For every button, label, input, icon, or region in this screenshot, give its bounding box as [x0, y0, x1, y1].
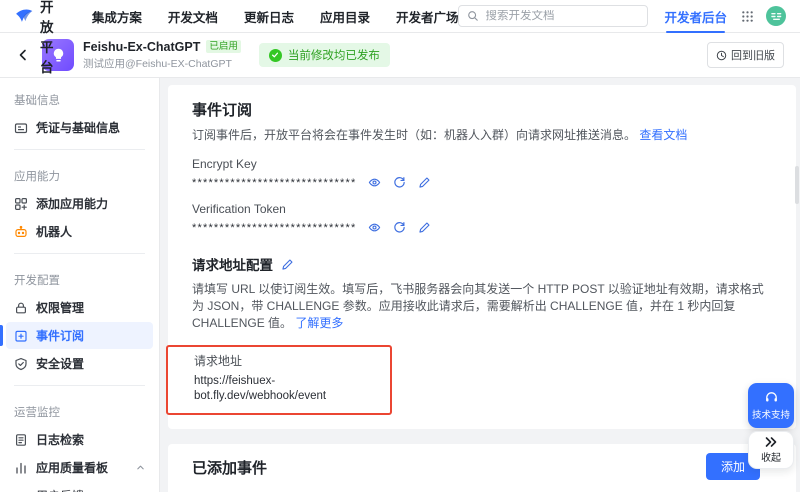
description-text: 订阅事件后，开放平台将会在事件发生时（如：机器人入群）向请求网址推送消息。 [192, 128, 637, 142]
chevron-up-icon[interactable] [136, 463, 145, 472]
sidebar-section-ops-monitor: 运营监控 [14, 407, 60, 419]
scrollbar-thumb[interactable] [795, 166, 799, 204]
top-navbar: 飞书开放平台 集成方案 开发文档 更新日志 应用目录 开发者广场 开发者后台 [0, 0, 800, 75]
sidebar-item-label: 用户反馈 [36, 487, 84, 492]
sidebar-section-dev-config: 开发配置 [14, 275, 60, 287]
sidebar-item-label: 机器人 [36, 225, 73, 239]
verification-token-label: Verification Token [192, 202, 286, 216]
sidebar-section-basic-info: 基础信息 [14, 95, 60, 107]
log-document-icon [14, 433, 28, 447]
encrypt-key-label: Encrypt Key [192, 157, 257, 171]
id-card-icon [14, 121, 28, 135]
user-avatar[interactable] [766, 6, 786, 26]
encrypt-key-row: ****************************** [192, 176, 772, 189]
feishu-logo-icon [14, 6, 34, 26]
verification-token-row: ****************************** [192, 221, 772, 234]
sidebar-item-add-capability[interactable]: 添加应用能力 [6, 190, 153, 217]
sidebar: 基础信息 凭证与基础信息 应用能力 添加应用能力 机器人 开发配置 权限管理 事… [0, 78, 160, 492]
event-subscription-icon [14, 329, 28, 343]
collapse-widget[interactable]: 收起 [748, 431, 794, 469]
refresh-icon[interactable] [393, 176, 406, 189]
eye-icon[interactable] [368, 221, 381, 234]
nav-menu: 集成方案 开发文档 更新日志 应用目录 开发者广场 [92, 7, 459, 26]
old-version-label: 回到旧版 [731, 50, 775, 62]
sidebar-item-label: 事件订阅 [36, 329, 85, 343]
event-subscription-description: 订阅事件后，开放平台将会在事件发生时（如：机器人入群）向请求网址推送消息。 查看… [192, 127, 772, 144]
divider [14, 385, 145, 386]
add-capability-icon [14, 197, 28, 211]
check-circle-icon [268, 48, 282, 62]
view-docs-link[interactable]: 查看文档 [639, 128, 687, 142]
divider [14, 253, 145, 254]
sidebar-item-label: 权限管理 [36, 301, 85, 315]
nav-item-app-directory[interactable]: 应用目录 [320, 7, 370, 26]
edit-pencil-icon[interactable] [281, 258, 294, 271]
bar-chart-icon [14, 461, 28, 475]
brand-name: 飞书开放平台 [40, 0, 54, 75]
sidebar-item-user-feedback[interactable]: 用户反馈 [6, 482, 153, 492]
app-name: Feishu-Ex-ChatGPT [83, 39, 201, 54]
brand[interactable]: 飞书开放平台 [14, 0, 58, 76]
lock-icon [14, 301, 28, 315]
nav-item-changelog[interactable]: 更新日志 [244, 7, 294, 26]
sidebar-item-credentials[interactable]: 凭证与基础信息 [6, 114, 153, 141]
publish-status-pill: 当前修改均已发布 [258, 43, 390, 67]
nav-item-integration[interactable]: 集成方案 [92, 7, 142, 26]
request-url-config-title: 请求地址配置 [192, 258, 273, 273]
app-grid-icon[interactable] [741, 10, 754, 23]
request-url-config-description: 请填写 URL 以使订阅生效。填写后，飞书服务器会向其发送一个 HTTP POS… [192, 281, 772, 332]
search-input[interactable] [485, 10, 640, 22]
sidebar-section-capabilities: 应用能力 [14, 171, 60, 183]
eye-icon[interactable] [368, 176, 381, 189]
publish-status-text: 当前修改均已发布 [287, 50, 380, 62]
refresh-icon[interactable] [393, 221, 406, 234]
edit-pencil-icon[interactable] [418, 221, 431, 234]
annotation-highlight-box: 请求地址 https://feishuex-bot.fly.dev/webhoo… [166, 345, 392, 415]
divider [14, 149, 145, 150]
back-to-old-version-button[interactable]: 回到旧版 [707, 42, 784, 68]
sidebar-item-label: 凭证与基础信息 [36, 121, 121, 135]
app-meta: Feishu-Ex-ChatGPT 已启用 测试应用@Feishu-EX-Cha… [83, 40, 241, 71]
robot-icon [14, 225, 28, 239]
body: 基础信息 凭证与基础信息 应用能力 添加应用能力 机器人 开发配置 权限管理 事… [0, 78, 800, 492]
feishu-open-platform-console: 飞书开放平台 集成方案 开发文档 更新日志 应用目录 开发者广场 开发者后台 [0, 0, 800, 492]
request-url-label: 请求地址 [194, 354, 243, 368]
sidebar-item-label: 安全设置 [36, 357, 85, 371]
search-icon [468, 11, 479, 21]
collapse-label: 收起 [761, 453, 781, 464]
app-header: Feishu-Ex-ChatGPT 已启用 测试应用@Feishu-EX-Cha… [0, 33, 800, 78]
encrypt-key-masked-value: ****************************** [192, 176, 357, 189]
event-subscription-card: 事件订阅 订阅事件后，开放平台将会在事件发生时（如：机器人入群）向请求网址推送消… [166, 85, 796, 429]
developer-console-link[interactable]: 开发者后台 [664, 0, 727, 33]
search-box[interactable] [458, 5, 649, 27]
sidebar-item-security-settings[interactable]: 安全设置 [6, 350, 153, 377]
sidebar-item-permissions[interactable]: 权限管理 [6, 294, 153, 321]
added-events-card: 已添加事件 添加 事件名称 所需权限 操作 申请开通以下任一权限即可： 已开通 … [168, 444, 796, 492]
verification-token-masked-value: ****************************** [192, 221, 357, 234]
tech-support-label: 技术支持 [751, 410, 790, 421]
nav-item-developer-plaza[interactable]: 开发者广场 [396, 7, 459, 26]
sidebar-item-event-subscription[interactable]: 事件订阅 [0, 322, 153, 349]
app-status-badge: 已启用 [206, 40, 241, 53]
sidebar-item-bot[interactable]: 机器人 [6, 218, 153, 245]
shield-icon [14, 357, 28, 371]
sidebar-item-log-search[interactable]: 日志检索 [6, 426, 153, 453]
tech-support-widget[interactable]: 技术支持 [748, 383, 794, 428]
edit-pencil-icon[interactable] [418, 176, 431, 189]
double-chevron-right-icon [765, 437, 777, 447]
sidebar-item-quality-dashboard[interactable]: 应用质量看板 [6, 454, 153, 481]
learn-more-link[interactable]: 了解更多 [295, 316, 343, 330]
page-title: 事件订阅 [192, 102, 253, 119]
nav-item-docs[interactable]: 开发文档 [168, 7, 218, 26]
sidebar-item-label: 应用质量看板 [36, 461, 109, 475]
app-subtitle: 测试应用@Feishu-EX-ChatGPT [83, 57, 232, 70]
headset-icon [765, 392, 777, 402]
description-text: 请填写 URL 以使订阅生效。填写后，飞书服务器会向其发送一个 HTTP POS… [192, 282, 764, 330]
added-events-title: 已添加事件 [192, 460, 268, 477]
request-url-value: https://feishuex-bot.fly.dev/webhook/eve… [194, 375, 327, 402]
history-clock-icon [716, 50, 727, 60]
main-content: 事件订阅 订阅事件后，开放平台将会在事件发生时（如：机器人入群）向请求网址推送消… [160, 78, 800, 492]
sidebar-item-label: 日志检索 [36, 433, 85, 447]
sidebar-item-label: 添加应用能力 [36, 197, 109, 211]
